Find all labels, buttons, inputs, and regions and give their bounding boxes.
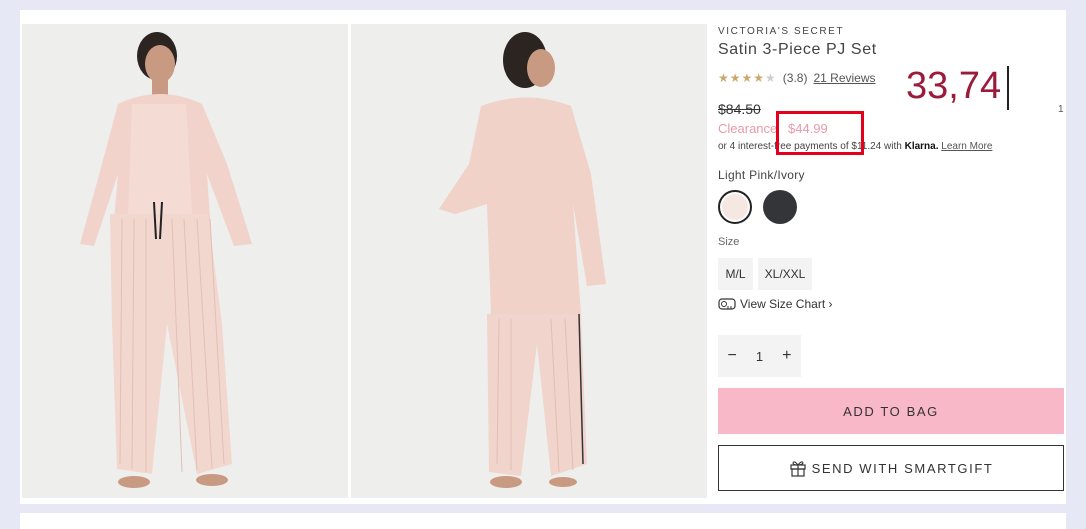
rating-row: ★★★★★ (3.8) 21 Reviews bbox=[718, 71, 876, 85]
view-size-chart-link[interactable]: View Size Chart › bbox=[718, 297, 832, 311]
product-photo-front[interactable] bbox=[22, 24, 348, 498]
size-button-m-l[interactable]: M/L bbox=[718, 258, 753, 290]
size-chart-label: View Size Chart › bbox=[740, 297, 833, 311]
model-back-image bbox=[351, 24, 707, 498]
rating-stars: ★★★★★ bbox=[718, 71, 777, 85]
brand-name: VICTORIA'S SECRET bbox=[718, 26, 845, 37]
model-front-image bbox=[22, 24, 348, 498]
gift-icon bbox=[789, 461, 806, 477]
filled-stars: ★★★★ bbox=[718, 71, 766, 85]
sale-label: Clearance bbox=[718, 121, 778, 136]
product-photo-back[interactable] bbox=[351, 24, 707, 498]
product-title: Satin 3-Piece PJ Set bbox=[718, 41, 877, 58]
send-with-smartgift-button[interactable]: SEND WITH SMARTGIFT bbox=[718, 445, 1064, 491]
quantity-stepper: − 1 + bbox=[718, 335, 801, 377]
next-section-card bbox=[20, 513, 1066, 529]
size-button-xl-xxl[interactable]: XL/XXL bbox=[758, 258, 812, 290]
color-swatch-light-pink[interactable] bbox=[718, 190, 752, 224]
smartgift-label: SEND WITH SMARTGIFT bbox=[811, 460, 994, 476]
empty-star-icon: ★ bbox=[765, 71, 777, 85]
reviews-link[interactable]: 21 Reviews bbox=[813, 71, 875, 85]
qty-decrease-button[interactable]: − bbox=[728, 347, 737, 365]
overlay-number: 33,74 bbox=[906, 65, 1002, 107]
qty-increase-button[interactable]: + bbox=[782, 347, 791, 365]
overlay-side-digit: 1 bbox=[1058, 104, 1064, 115]
text-cursor bbox=[1007, 66, 1009, 110]
size-label: Size bbox=[718, 236, 740, 248]
qty-value: 1 bbox=[755, 348, 764, 364]
original-price: $84.50 bbox=[718, 101, 761, 117]
product-card: VICTORIA'S SECRET Satin 3-Piece PJ Set ★… bbox=[20, 10, 1066, 504]
tape-measure-icon bbox=[718, 298, 736, 310]
color-swatch-black[interactable] bbox=[763, 190, 797, 224]
klarna-learn-more-link[interactable]: Learn More bbox=[941, 141, 992, 152]
rating-value: (3.8) bbox=[782, 71, 808, 85]
add-to-bag-button[interactable]: ADD TO BAG bbox=[718, 388, 1064, 434]
color-label: Light Pink/Ivory bbox=[718, 168, 805, 182]
product-info-panel: VICTORIA'S SECRET Satin 3-Piece PJ Set ★… bbox=[718, 10, 1066, 504]
price-highlight-box bbox=[776, 111, 864, 155]
klarna-logo: Klarna. bbox=[904, 141, 939, 152]
